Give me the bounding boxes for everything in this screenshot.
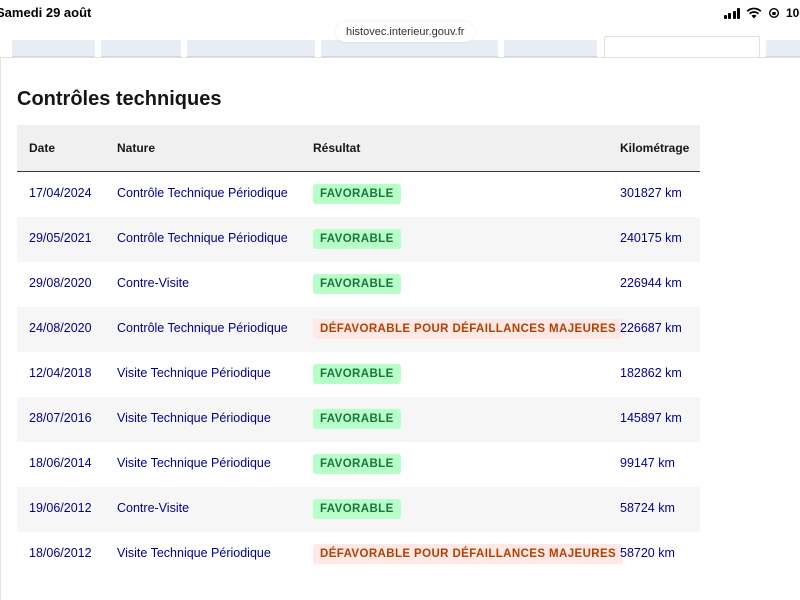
tab-1[interactable] [12, 40, 95, 58]
row-mileage: 301827 km [620, 186, 682, 200]
row-date: 12/04/2018 [29, 366, 92, 380]
row-mileage: 226687 km [620, 321, 682, 335]
tab-7[interactable] [766, 40, 800, 58]
row-date: 19/06/2012 [29, 501, 92, 515]
table-row: 12/04/2018 Visite Technique Périodique F… [17, 352, 700, 397]
header-result: Résultat [313, 141, 361, 155]
result-badge: DÉFAVORABLE POUR DÉFAILLANCES MAJEURES [313, 544, 624, 564]
row-nature: Contrôle Technique Périodique [117, 321, 288, 335]
cellular-signal-icon [723, 7, 740, 19]
status-indicators: 100 [723, 4, 800, 22]
result-badge: FAVORABLE [313, 454, 401, 474]
tab-3[interactable] [187, 40, 315, 58]
row-mileage: 182862 km [620, 366, 682, 380]
table-row: 17/04/2024 Contrôle Technique Périodique… [17, 172, 700, 217]
row-date: 29/08/2020 [29, 276, 92, 290]
tab-controles-techniques[interactable] [604, 36, 760, 58]
table-row: 28/07/2016 Visite Technique Périodique F… [17, 397, 700, 442]
row-mileage: 226944 km [620, 276, 682, 290]
row-nature: Visite Technique Périodique [117, 411, 271, 425]
row-mileage: 58720 km [620, 546, 675, 560]
table-row: 29/08/2020 Contre-Visite FAVORABLE 22694… [17, 262, 700, 307]
row-nature: Visite Technique Périodique [117, 366, 271, 380]
status-date: Samedi 29 août [0, 5, 92, 20]
row-mileage: 145897 km [620, 411, 682, 425]
tab-2[interactable] [101, 40, 181, 58]
row-mileage: 58724 km [620, 501, 675, 515]
row-mileage: 240175 km [620, 231, 682, 245]
result-badge: FAVORABLE [313, 409, 401, 429]
row-date: 18/06/2012 [29, 546, 92, 560]
row-mileage: 99147 km [620, 456, 675, 470]
row-nature: Visite Technique Périodique [117, 456, 271, 470]
table-header: Date Nature Résultat Kilométrage [17, 125, 700, 172]
row-nature: Contre-Visite [117, 276, 190, 290]
row-nature: Visite Technique Périodique [117, 546, 271, 560]
wifi-icon [746, 7, 762, 19]
section-title: Contrôles techniques [17, 88, 222, 110]
tab-5[interactable] [504, 40, 597, 58]
result-badge: FAVORABLE [313, 499, 401, 519]
row-nature: Contre-Visite [117, 501, 190, 515]
table-row: 18/06/2012 Visite Technique Périodique D… [17, 532, 700, 577]
address-bar[interactable]: histovec.interieur.gouv.fr [336, 22, 475, 42]
row-date: 18/06/2014 [29, 456, 92, 470]
result-badge: DÉFAVORABLE POUR DÉFAILLANCES MAJEURES [313, 319, 624, 339]
result-badge: FAVORABLE [313, 364, 401, 384]
result-badge: FAVORABLE [313, 229, 401, 249]
technical-inspections-table: Date Nature Résultat Kilométrage 17/04/2… [17, 125, 700, 577]
table-row: 19/06/2012 Contre-Visite FAVORABLE 58724… [17, 487, 700, 532]
table-row: 29/05/2021 Contrôle Technique Périodique… [17, 217, 700, 262]
row-nature: Contrôle Technique Périodique [117, 231, 288, 245]
row-date: 17/04/2024 [29, 186, 92, 200]
header-nature: Nature [117, 141, 156, 155]
header-mileage: Kilométrage [620, 141, 690, 155]
row-nature: Contrôle Technique Périodique [117, 186, 288, 200]
row-date: 24/08/2020 [29, 321, 92, 335]
result-badge: FAVORABLE [313, 184, 401, 204]
result-badge: FAVORABLE [313, 274, 401, 294]
battery-percentage: 100 [786, 6, 800, 20]
table-row: 24/08/2020 Contrôle Technique Périodique… [17, 307, 700, 352]
tab-panel: Contrôles techniques Date Nature Résulta… [0, 57, 800, 600]
rotation-lock-icon [768, 7, 780, 19]
row-date: 28/07/2016 [29, 411, 92, 425]
tab-4[interactable] [321, 40, 498, 58]
table-row: 18/06/2014 Visite Technique Périodique F… [17, 442, 700, 487]
row-date: 29/05/2021 [29, 231, 92, 245]
header-date: Date [29, 141, 56, 155]
